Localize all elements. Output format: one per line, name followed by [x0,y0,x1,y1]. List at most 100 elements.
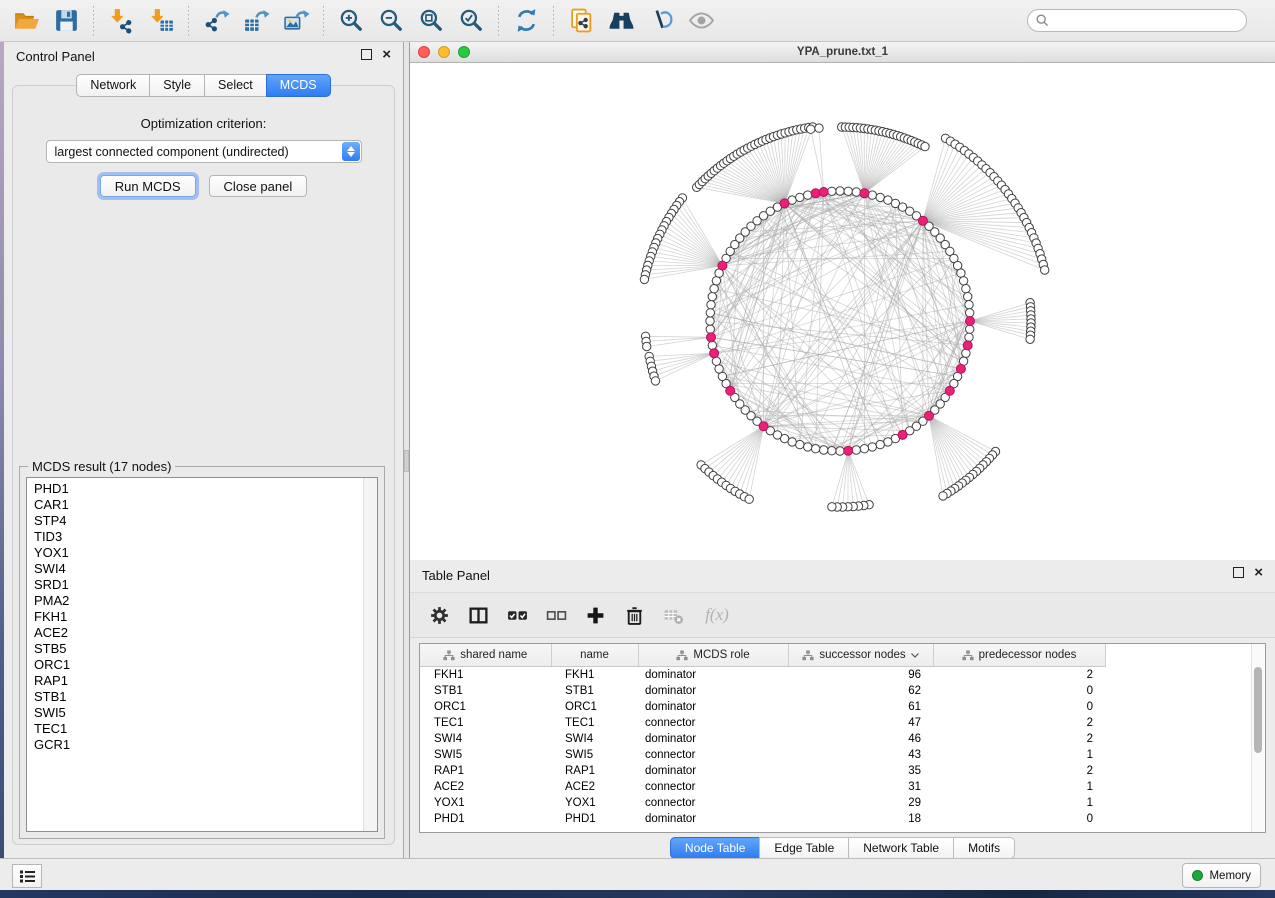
network-canvas[interactable] [410,63,1275,560]
mcds-result-item[interactable]: PMA2 [34,593,377,609]
share-document-icon [568,7,595,34]
mcds-result-item[interactable]: YOX1 [34,545,377,561]
tab-mcds[interactable]: MCDS [266,74,331,97]
analyzer-button[interactable] [642,3,680,39]
select-all-rows-button[interactable] [505,603,529,627]
analyzer-icon [648,7,675,34]
table-row[interactable]: SWI5SWI5connector431 [420,747,1105,763]
criterion-value: largest connected component (undirected) [47,145,342,159]
mcds-result-item[interactable]: RAP1 [34,673,377,689]
mcds-result-item[interactable]: TID3 [34,529,377,545]
tab-network[interactable]: Network [76,74,150,97]
toggle-columns-button[interactable] [466,603,490,627]
search-input[interactable] [1054,13,1246,29]
column-header-name[interactable]: name [551,644,638,667]
delete-column-button[interactable] [622,603,646,627]
export-image-button[interactable] [277,3,315,39]
table-row[interactable]: ACE2ACE2connector311 [420,779,1105,795]
tab-motifs[interactable]: Motifs [953,837,1015,859]
import-table-icon [148,7,175,34]
node-table: shared namenameMCDS rolesuccessor nodesp… [419,643,1266,833]
table-row[interactable]: FKH1FKH1dominator962 [420,667,1105,684]
export-network-button[interactable] [197,3,235,39]
mcds-result-item[interactable]: SWI4 [34,561,377,577]
column-header-predecessor-nodes[interactable]: predecessor nodes [933,644,1105,667]
memory-button[interactable]: Memory [1182,863,1261,888]
deselect-all-rows-button[interactable] [544,603,568,627]
tab-edge-table[interactable]: Edge Table [759,837,849,859]
tab-style[interactable]: Style [149,74,205,97]
attribute-type-icon [676,650,688,661]
toolbar-separator [553,6,554,36]
table-toolbar: f(x) [410,592,1275,638]
import-table-button[interactable] [142,3,180,39]
attribute-settings-button[interactable] [427,603,451,627]
import-network-icon [108,7,135,34]
mcds-result-item[interactable]: CAR1 [34,497,377,513]
add-column-button[interactable] [583,603,607,627]
splitter-grip[interactable] [404,450,409,472]
mcds-result-item[interactable]: ORC1 [34,657,377,673]
table-row[interactable]: RAP1RAP1dominator352 [420,763,1105,779]
mcds-result-title: MCDS result (17 nodes) [28,459,175,474]
table-row[interactable]: YOX1YOX1connector291 [420,795,1105,811]
search-box [1027,9,1247,32]
import-network-button[interactable] [102,3,140,39]
network-overview-button[interactable] [602,3,640,39]
show-hide-graphics-button [682,3,720,39]
tab-network-table[interactable]: Network Table [848,837,954,859]
close-panel-button[interactable]: Close panel [209,175,308,197]
table-row[interactable]: PHD1PHD1dominator180 [420,811,1105,827]
mcds-result-item[interactable]: SRD1 [34,577,377,593]
table-scrollbar-thumb[interactable] [1254,667,1262,753]
show-panels-button[interactable] [12,864,42,888]
mcds-result-item[interactable]: GCR1 [34,737,377,753]
mcds-result-item[interactable]: STB5 [34,641,377,657]
tab-node-table[interactable]: Node Table [670,837,761,859]
share-document-button[interactable] [562,3,600,39]
window-minimize-button[interactable] [438,46,450,58]
float-panel-icon[interactable] [361,49,372,60]
criterion-dropdown[interactable]: largest connected component (undirected) [46,140,362,163]
export-table-icon [243,7,270,34]
table-panel-header: Table Panel × [410,560,1275,590]
close-table-panel-icon[interactable]: × [1254,568,1263,577]
table-row[interactable]: SWI4SWI4dominator462 [420,731,1105,747]
float-table-panel-icon[interactable] [1233,567,1244,578]
select-all-rows-icon [507,605,528,626]
delete-table-icon [663,605,684,626]
save-session-button[interactable] [47,3,85,39]
zoom-in-button[interactable] [332,3,370,39]
control-panel: Control Panel × NetworkStyleSelectMCDS O… [4,42,404,858]
table-row[interactable]: ORC1ORC1dominator610 [420,699,1105,715]
run-mcds-button[interactable]: Run MCDS [100,175,196,197]
table-panel-title: Table Panel [422,568,490,583]
window-zoom-button[interactable] [458,46,470,58]
export-table-button[interactable] [237,3,275,39]
mcds-result-item[interactable]: TEC1 [34,721,377,737]
table-scrollbar[interactable] [1251,644,1265,832]
window-close-button[interactable] [418,46,430,58]
mcds-list-scrollbar[interactable] [363,478,377,831]
open-file-button[interactable] [7,3,45,39]
zoom-selected-button[interactable] [452,3,490,39]
column-header-MCDS-role[interactable]: MCDS role [638,644,788,667]
mcds-result-item[interactable]: STP4 [34,513,377,529]
table-row[interactable]: STB1STB1dominator620 [420,683,1105,699]
export-network-icon [203,7,230,34]
zoom-out-button[interactable] [372,3,410,39]
tab-select[interactable]: Select [204,74,267,97]
save-session-icon [53,7,80,34]
mcds-result-item[interactable]: STB1 [34,689,377,705]
zoom-fit-button[interactable] [412,3,450,39]
close-panel-icon[interactable]: × [382,50,391,59]
mcds-result-item[interactable]: PHD1 [34,481,377,497]
mcds-result-item[interactable]: FKH1 [34,609,377,625]
table-row[interactable]: TEC1TEC1connector472 [420,715,1105,731]
column-header-shared-name[interactable]: shared name [420,644,551,667]
column-header-successor-nodes[interactable]: successor nodes [788,644,933,667]
network-view[interactable] [410,63,1275,560]
mcds-result-item[interactable]: ACE2 [34,625,377,641]
refresh-button[interactable] [507,3,545,39]
mcds-result-item[interactable]: SWI5 [34,705,377,721]
